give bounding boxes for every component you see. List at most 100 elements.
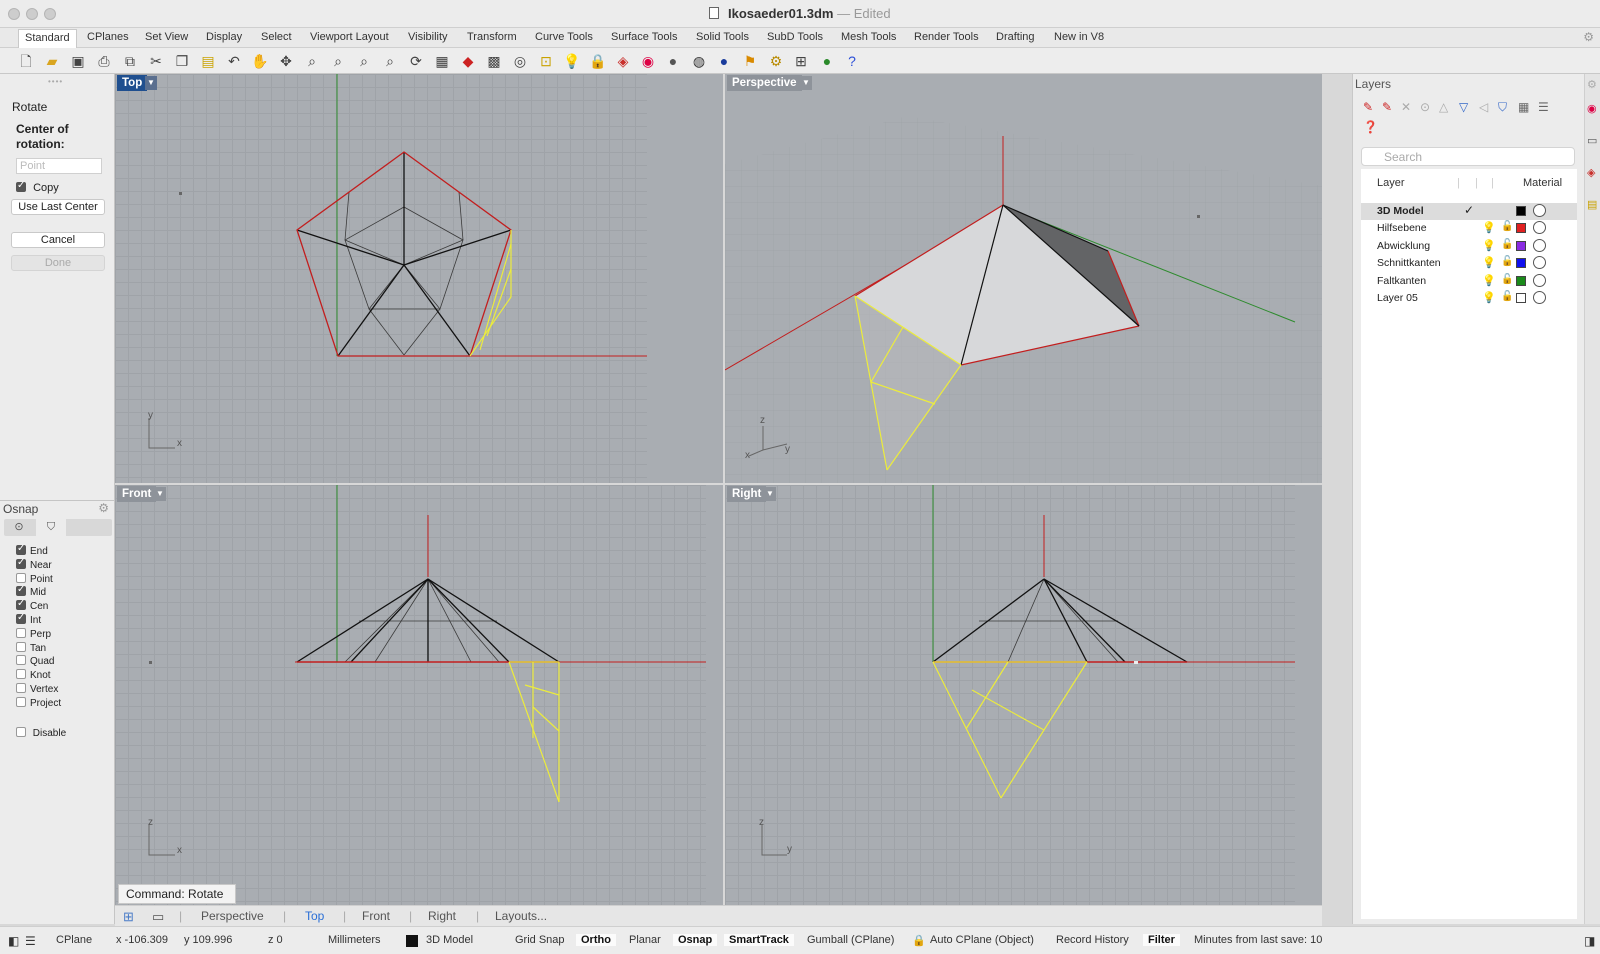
tab-front[interactable]: Front [362,909,390,923]
layer-material-icon[interactable] [1533,238,1546,252]
layer-visibility-icon[interactable]: 💡 [1482,221,1496,234]
move-down-icon[interactable]: ▽ [1459,100,1468,114]
layer-lock-icon[interactable]: 🔓 [1501,221,1513,232]
layer-color-swatch[interactable] [1516,240,1526,251]
use-last-center-button[interactable]: Use Last Center [11,199,105,215]
viewport-top[interactable]: Top ▼ y x [115,74,723,483]
layer-material-icon[interactable] [1533,256,1546,270]
save-icon[interactable]: ▣ [68,52,88,70]
layer-color-swatch[interactable] [1516,206,1526,216]
layer-row[interactable]: Hilfsebene 💡 🔓 [1361,220,1577,237]
copy-option[interactable]: Copy [16,180,59,194]
layer-material-icon[interactable] [1533,204,1546,217]
smarttrack-toggle[interactable]: SmartTrack [724,934,794,946]
osnap-option-point[interactable]: Point [16,572,53,585]
cancel-button[interactable]: Cancel [11,232,105,248]
grid-snap-toggle[interactable]: Grid Snap [515,934,565,946]
gumball-toggle[interactable]: Gumball (CPlane) [807,934,894,946]
osnap-option-mid[interactable]: Mid [16,584,46,598]
layers-search-input[interactable] [1361,147,1575,166]
tab-solid-tools[interactable]: Solid Tools [696,31,749,43]
layer-row[interactable]: 3D Model ✓ [1361,203,1577,220]
osnap-option-tan[interactable]: Tan [16,641,46,654]
zoom-selected-icon[interactable]: ⌕ [380,52,400,70]
osnap-option-quad[interactable]: Quad [16,655,54,667]
help-icon[interactable]: ? [842,52,862,70]
osnap-option-cen[interactable]: Cen [16,598,48,612]
pan-hand-icon[interactable]: ✋ [250,52,270,70]
osnap-checkbox[interactable] [16,655,26,666]
column-header-material[interactable]: Material [1523,177,1562,189]
zoom-window-icon[interactable]: ⌕ [328,52,348,70]
layer-visibility-icon[interactable]: 💡 [1482,291,1496,304]
help-icon[interactable]: ❓ [1363,120,1378,134]
tab-mesh-tools[interactable]: Mesh Tools [841,31,896,43]
osnap-checkbox[interactable] [16,598,26,611]
zoom-extents-icon[interactable]: ⌕ [354,52,374,70]
color-wheel-icon[interactable]: ◉ [638,52,658,70]
layer-row[interactable]: Schnittkanten 💡 🔓 [1361,255,1577,272]
chevron-down-icon[interactable]: ▼ [145,76,157,90]
undo-icon[interactable]: ↶ [224,52,244,70]
sidebar-toggle-icon[interactable]: ◧ [8,934,19,948]
planar-toggle[interactable]: Planar [629,934,661,946]
move-up-icon[interactable]: △ [1439,100,1448,114]
layer-row[interactable]: Faltkanten 💡 🔓 [1361,273,1577,290]
osnap-checkbox[interactable] [16,696,26,707]
tab-select[interactable]: Select [261,31,292,43]
tab-visibility[interactable]: Visibility [408,31,448,43]
layer-visibility-icon[interactable]: 💡 [1482,274,1496,287]
gear-tool-icon[interactable]: ⚙ [766,52,786,70]
osnap-option-knot[interactable]: Knot [16,669,51,681]
layer-lock-icon[interactable]: 🔓 [1501,274,1513,285]
copy-checkbox[interactable] [16,180,26,192]
layer-name[interactable]: Faltkanten [1377,275,1426,287]
material-icon[interactable]: ◍ [689,52,709,70]
ortho-toggle[interactable]: Ortho [576,934,616,946]
layer-name[interactable]: Schnittkanten [1377,257,1441,269]
layer-name[interactable]: 3D Model [1377,205,1424,217]
gear-icon[interactable]: ⚙ [98,501,109,515]
car-icon[interactable]: ◆ [458,52,478,70]
osnap-checkbox[interactable] [16,557,26,569]
column-header-layer[interactable]: Layer [1377,177,1405,189]
units-label[interactable]: Millimeters [328,934,381,946]
layer-name[interactable]: Layer 05 [1377,292,1418,304]
lock-icon[interactable]: 🔒 [912,934,926,947]
osnap-toggle[interactable]: Osnap [673,934,718,946]
layer-material-icon[interactable] [1533,221,1546,235]
select-icon[interactable]: ◎ [510,52,530,70]
layer-icon[interactable]: ◈ [1587,166,1595,179]
chevron-down-icon[interactable]: ▼ [764,487,776,501]
new-layer-icon[interactable]: ✎ [1363,100,1373,114]
viewport-right[interactable]: Right ▼ z y [725,485,1322,905]
filter-toggle[interactable]: Filter [1143,934,1180,946]
tab-standard[interactable]: Standard [18,29,77,48]
layer-visibility-icon[interactable]: 💡 [1482,256,1496,269]
export-icon[interactable]: ⧉ [120,52,140,70]
tab-set-view[interactable]: Set View [145,31,188,43]
osnap-checkbox[interactable] [16,683,26,693]
viewport-perspective[interactable]: Perspective ▼ z y x [725,74,1322,483]
color-wheel-icon[interactable]: ◉ [1587,102,1597,115]
layer-color-swatch[interactable] [1516,275,1526,286]
osnap-checkbox[interactable] [16,612,26,624]
viewport-label-perspective[interactable]: Perspective [727,75,802,91]
tab-top[interactable]: Top [305,909,324,923]
new-document-icon[interactable]: 🗋 [16,52,36,70]
tab-cplanes[interactable]: CPlanes [87,31,129,43]
snap-icon[interactable]: ⊡ [536,52,556,70]
tab-surface-tools[interactable]: Surface Tools [611,31,677,43]
list-icon[interactable]: ☰ [25,934,36,948]
layer-color-swatch[interactable] [1516,258,1526,269]
columns-icon[interactable]: ▦ [1518,100,1529,114]
layer-material-icon[interactable] [1533,273,1546,287]
layer-visibility-icon[interactable]: 💡 [1482,239,1496,252]
single-viewport-icon[interactable]: ▭ [152,909,164,925]
light-icon[interactable]: 💡 [562,52,582,70]
osnap-option-vertex[interactable]: Vertex [16,683,58,695]
tab-display[interactable]: Display [206,31,242,43]
layer-name[interactable]: Abwicklung [1377,240,1430,252]
filter-icon[interactable]: ⛉ [1498,100,1507,115]
chevron-down-icon[interactable]: ▼ [800,76,812,90]
